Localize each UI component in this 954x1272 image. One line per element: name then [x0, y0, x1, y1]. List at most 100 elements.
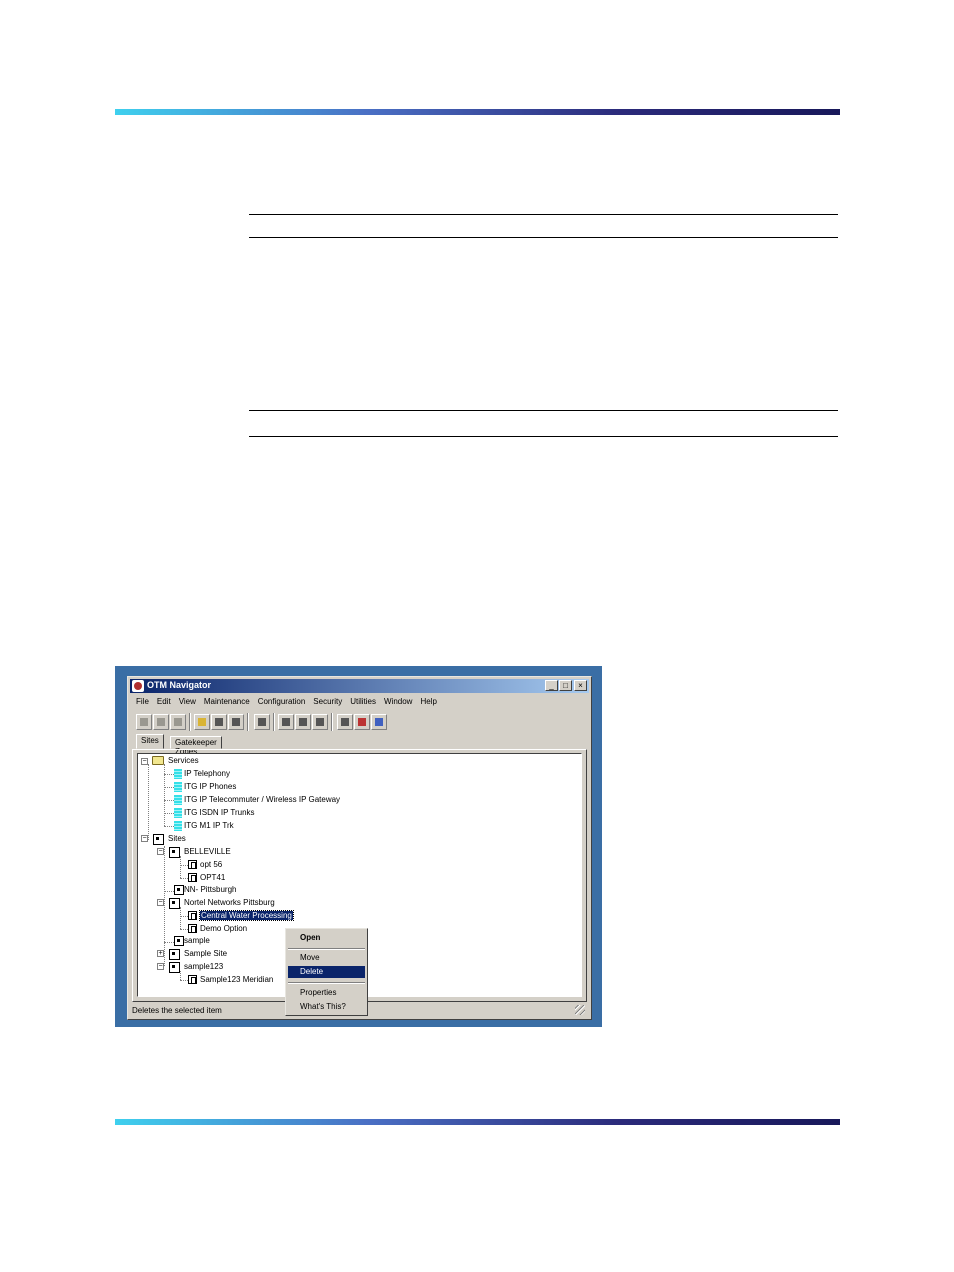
- tree-node-service[interactable]: ITG IP Phones: [184, 781, 236, 793]
- menu-configuration[interactable]: Configuration: [254, 695, 310, 709]
- list-icon[interactable]: [153, 714, 169, 730]
- tree-line: [164, 846, 165, 966]
- tree-line: [148, 764, 149, 840]
- tree-node-service[interactable]: ITG ISDN IP Trunks: [184, 807, 255, 819]
- tab-sites[interactable]: Sites: [136, 734, 164, 749]
- save-icon[interactable]: [312, 714, 328, 730]
- tree-node-nn-pittsburgh[interactable]: NN- Pittsburgh: [184, 884, 236, 896]
- collapse-toggle[interactable]: −: [157, 899, 164, 906]
- context-move[interactable]: Move: [288, 952, 365, 964]
- site-icon: [169, 898, 180, 909]
- print-preview-icon[interactable]: [228, 714, 244, 730]
- open-folder-icon[interactable]: [194, 714, 210, 730]
- tree-line: [164, 942, 174, 943]
- tree-node-sample[interactable]: sample: [184, 935, 210, 947]
- menu-edit[interactable]: Edit: [153, 695, 175, 709]
- find-icon[interactable]: [170, 714, 186, 730]
- tree-line: [164, 826, 174, 827]
- tree-line: [180, 929, 188, 930]
- collapse-toggle[interactable]: −: [157, 848, 164, 855]
- collapse-toggle[interactable]: −: [157, 963, 164, 970]
- service-icon: [174, 769, 182, 779]
- tree-node-system[interactable]: Demo Option: [200, 923, 247, 935]
- tree-line: [180, 878, 188, 879]
- tree-node-belleville[interactable]: BELLEVILLE: [184, 846, 231, 858]
- site-icon: [169, 962, 180, 973]
- tree-node-service[interactable]: ITG M1 IP Trk: [184, 820, 234, 832]
- delete-icon[interactable]: [254, 714, 270, 730]
- tree-line: [180, 971, 181, 980]
- footer-band: [115, 1119, 840, 1125]
- window-title: OTM Navigator: [147, 680, 212, 690]
- site-icon: [169, 847, 180, 858]
- menu-file[interactable]: File: [132, 695, 153, 709]
- site-icon: [174, 885, 184, 895]
- menu-maintenance[interactable]: Maintenance: [200, 695, 254, 709]
- tree-line: [164, 800, 174, 801]
- collapse-toggle[interactable]: −: [141, 835, 148, 842]
- properties-icon[interactable]: [136, 714, 152, 730]
- status-text: Deletes the selected item: [132, 1006, 222, 1015]
- minimize-button[interactable]: _: [545, 680, 558, 691]
- menu-separator: [288, 982, 365, 984]
- table-rule-bottom-1: [249, 410, 838, 411]
- site-icon: [174, 936, 184, 946]
- context-whats-this[interactable]: What's This?: [288, 1001, 365, 1013]
- tree-line: [164, 787, 174, 788]
- menu-security[interactable]: Security: [309, 695, 346, 709]
- tree-line: [180, 856, 181, 878]
- context-open[interactable]: Open: [288, 932, 365, 944]
- tree-line: [164, 774, 174, 775]
- toolbar-separator: [331, 713, 333, 731]
- table-rule-top-1: [249, 214, 838, 215]
- system-icon: [188, 873, 197, 882]
- menu-help[interactable]: Help: [416, 695, 440, 709]
- tree-line: [180, 980, 188, 981]
- help-icon[interactable]: [371, 714, 387, 730]
- tree-node-nortel[interactable]: Nortel Networks Pittsburg: [184, 897, 275, 909]
- app-icon[interactable]: [132, 680, 144, 692]
- tree-node-system[interactable]: Sample123 Meridian: [200, 974, 273, 986]
- folder-icon: [152, 756, 164, 765]
- table-rule-bottom-2: [249, 436, 838, 437]
- user-icon[interactable]: [295, 714, 311, 730]
- tree-line: [180, 865, 188, 866]
- otm-navigator-window: OTM Navigator _ □ × File Edit View Maint…: [127, 676, 592, 1020]
- tree-node-service[interactable]: ITG IP Telecommuter / Wireless IP Gatewa…: [184, 794, 340, 806]
- tree-line: [180, 916, 188, 917]
- system-icon: [188, 911, 197, 920]
- system-icon: [188, 924, 197, 933]
- expand-toggle[interactable]: +: [157, 950, 164, 957]
- tree-node-system[interactable]: opt 56: [200, 859, 222, 871]
- tree-node-system-selected[interactable]: Central Water Processing: [199, 910, 294, 922]
- tree-line: [164, 891, 174, 892]
- tree-node-system[interactable]: OPT41: [200, 872, 225, 884]
- service-icon: [174, 795, 182, 805]
- maximize-button[interactable]: □: [559, 680, 572, 691]
- resize-grip[interactable]: [575, 1005, 585, 1015]
- table-rule-top-2: [249, 237, 838, 238]
- title-bar[interactable]: OTM Navigator _ □ ×: [130, 679, 589, 693]
- collapse-toggle[interactable]: −: [141, 758, 148, 765]
- new-window-icon[interactable]: [337, 714, 353, 730]
- menu-view[interactable]: View: [175, 695, 200, 709]
- context-menu: Open Move Delete Properties What's This?: [285, 928, 368, 1016]
- tree-node-sample-site[interactable]: Sample Site: [184, 948, 227, 960]
- screenshot-frame: OTM Navigator _ □ × File Edit View Maint…: [115, 666, 602, 1027]
- menu-separator: [288, 948, 365, 950]
- tree-node-services[interactable]: Services: [168, 755, 199, 767]
- tree-node-sample123[interactable]: sample123: [184, 961, 223, 973]
- service-icon: [174, 821, 182, 831]
- menu-window[interactable]: Window: [380, 695, 416, 709]
- toolbar-separator: [247, 713, 249, 731]
- context-delete[interactable]: Delete: [288, 966, 365, 978]
- report-icon[interactable]: [278, 714, 294, 730]
- close-button[interactable]: ×: [574, 680, 587, 691]
- print-icon[interactable]: [211, 714, 227, 730]
- tab-gatekeeper-zones[interactable]: Gatekeeper Zones: [170, 736, 222, 756]
- tree-node-service[interactable]: IP Telephony: [184, 768, 230, 780]
- book-icon[interactable]: [354, 714, 370, 730]
- tree-node-sites[interactable]: Sites: [168, 833, 186, 845]
- context-properties[interactable]: Properties: [288, 987, 365, 999]
- menu-utilities[interactable]: Utilities: [346, 695, 380, 709]
